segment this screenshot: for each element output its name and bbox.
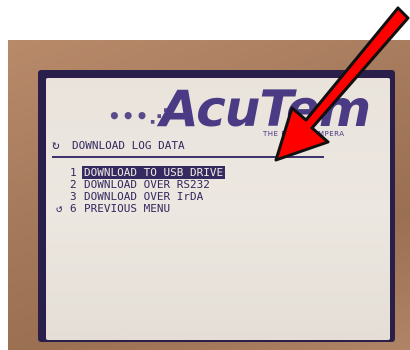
red-arrow-icon xyxy=(274,6,410,162)
screen-title-row: ↻ DOWNLOAD LOG DATA xyxy=(52,136,185,154)
menu-item-rs232-download[interactable]: 2 DOWNLOAD OVER RS232 xyxy=(56,178,225,191)
menu-item-number: 6 xyxy=(70,201,77,215)
menu-item-previous-menu[interactable]: ↺ 6 PREVIOUS MENU xyxy=(56,201,225,215)
refresh-icon: ↻ xyxy=(52,137,60,153)
menu-list: 1 DOWNLOAD TO USB DRIVE 2 DOWNLOAD OVER … xyxy=(56,165,226,215)
menu-item-irda-download[interactable]: 3 DOWNLOAD OVER IrDA xyxy=(56,190,225,203)
screen-title: DOWNLOAD LOG DATA xyxy=(72,138,185,152)
menu-item-label: PREVIOUS MENU xyxy=(84,201,171,215)
photo-background: •••⋰ AcuTem THE RIGHT TEMPERA ↻ DOWNLOAD… xyxy=(0,0,410,350)
back-arrow-icon: ↺ xyxy=(56,201,63,215)
menu-item-usb-download[interactable]: 1 DOWNLOAD TO USB DRIVE xyxy=(56,165,226,179)
